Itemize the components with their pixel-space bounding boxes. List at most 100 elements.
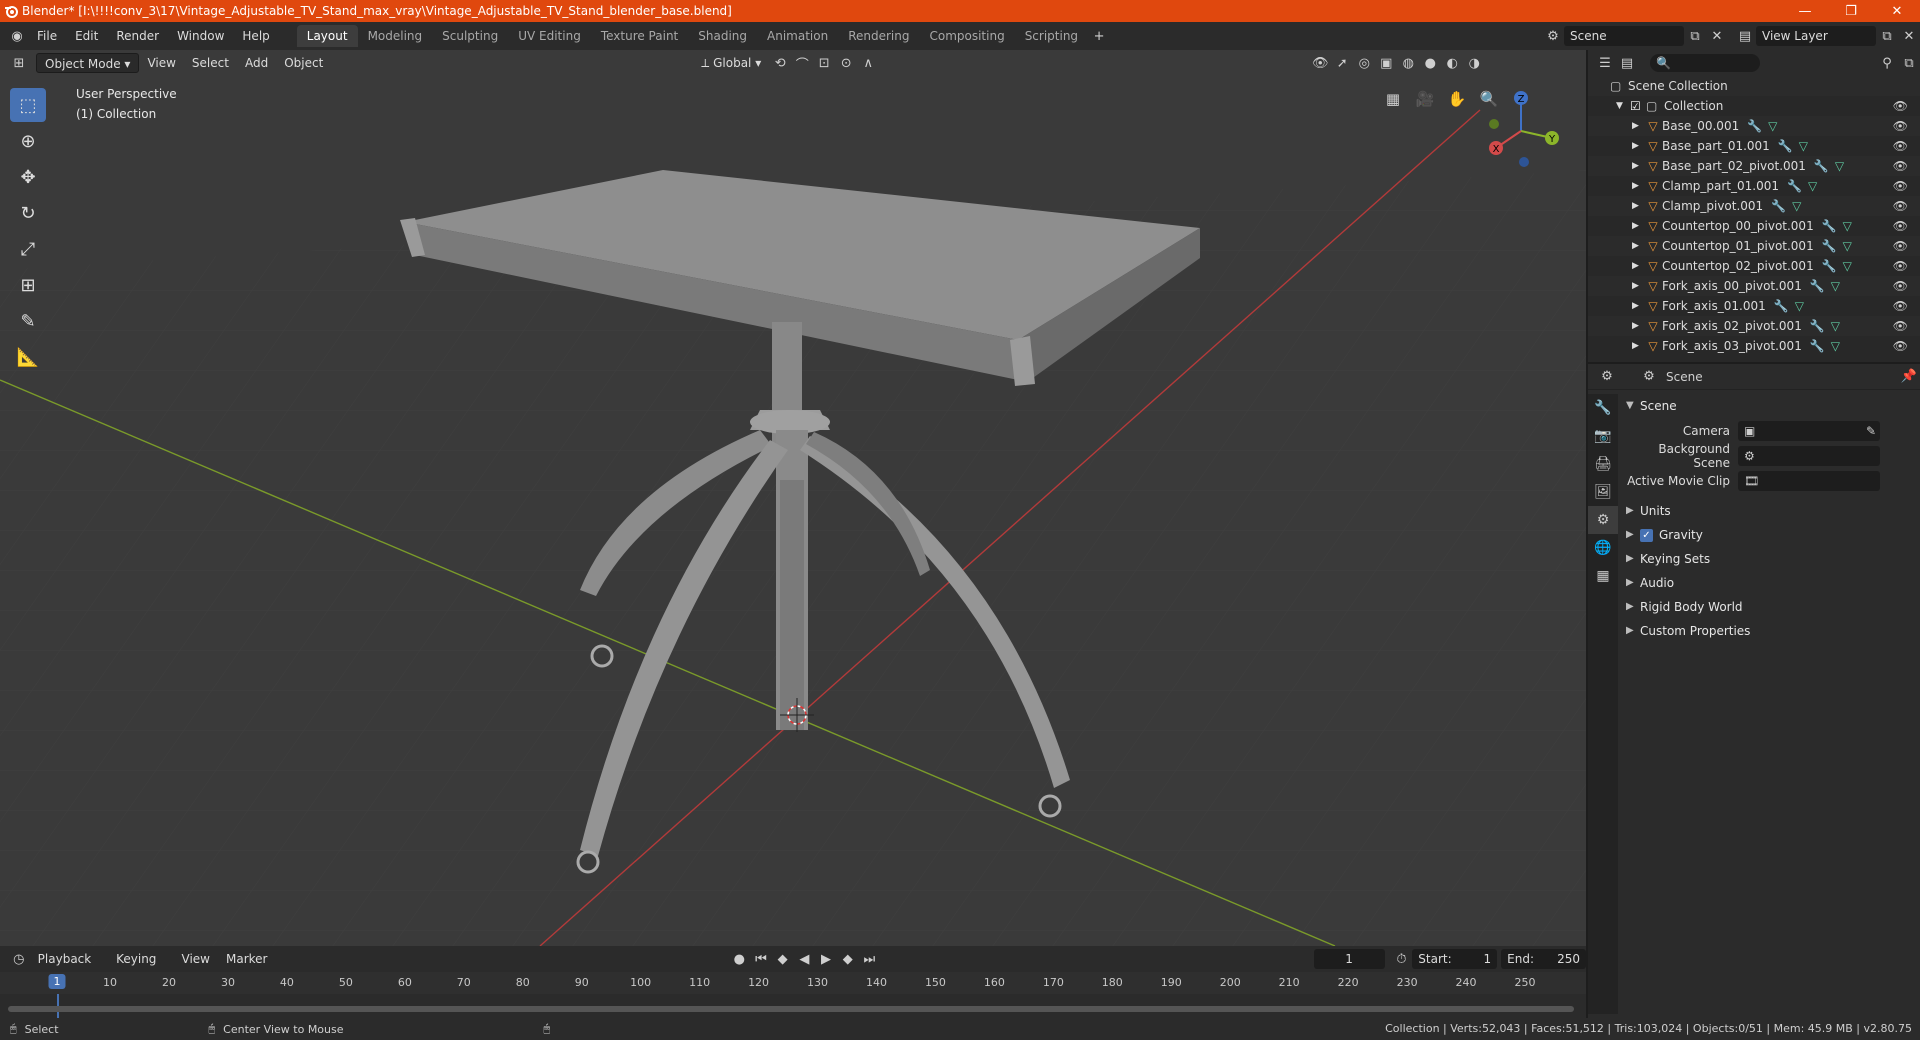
expand-arrow-icon[interactable]: ▶ xyxy=(1632,256,1644,276)
scene-panel-header[interactable]: ▼ Scene xyxy=(1620,394,1920,418)
editor-type-icon[interactable]: ⊞ xyxy=(8,53,30,73)
visibility-icon[interactable]: 👁 xyxy=(1893,276,1908,296)
view-layer-tab-icon[interactable]: 🖼 xyxy=(1588,478,1618,506)
collapse-arrow-icon[interactable]: ▼ xyxy=(1616,96,1630,116)
outliner-object-row[interactable]: ▶ ▽ Countertop_00_pivot.001 🔧 ▽ 👁 xyxy=(1588,216,1920,236)
display-mode-icon[interactable]: ▤ xyxy=(1616,53,1638,73)
outliner-search-input[interactable]: 🔍 xyxy=(1650,54,1760,72)
modifier-icon[interactable]: 🔧 xyxy=(1814,156,1829,176)
annotate-tool-icon[interactable]: ✎ xyxy=(10,304,46,338)
outliner-object-row[interactable]: ▶ ▽ Fork_axis_01.001 🔧 ▽ 👁 xyxy=(1588,296,1920,316)
rigid-body-world-panel-header[interactable]: ▶ Rigid Body World xyxy=(1620,595,1920,619)
menu-edit[interactable]: Edit xyxy=(66,25,107,47)
view-layer-selector-icon[interactable]: ▤ xyxy=(1734,26,1756,46)
outliner-object-row[interactable]: ▶ ▽ Clamp_pivot.001 🔧 ▽ 👁 xyxy=(1588,196,1920,216)
gizmo-neg-y[interactable] xyxy=(1489,119,1499,129)
pivot-point-icon[interactable]: ⟲ xyxy=(769,53,791,73)
background-scene-field[interactable]: ⚙ xyxy=(1738,445,1880,466)
snap-icon[interactable]: ⌒ xyxy=(791,53,813,73)
menu-add[interactable]: Add xyxy=(237,53,276,73)
modifier-icon[interactable]: 🔧 xyxy=(1747,116,1762,136)
outliner-object-row[interactable]: ▶ ▽ Base_00.001 🔧 ▽ 👁 xyxy=(1588,116,1920,136)
measure-tool-icon[interactable]: 📐 xyxy=(10,340,46,374)
properties-editor-type-icon[interactable]: ⚙ xyxy=(1596,367,1618,387)
outliner-object-row[interactable]: ▶ ▽ Fork_axis_02_pivot.001 🔧 ▽ 👁 xyxy=(1588,316,1920,336)
scene-selector-icon[interactable]: ⚙ xyxy=(1542,26,1564,46)
transform-tool-icon[interactable]: ⊞ xyxy=(10,268,46,302)
move-tool-icon[interactable]: ✥ xyxy=(10,160,46,194)
outliner-object-row[interactable]: ▶ ▽ Clamp_part_01.001 🔧 ▽ 👁 xyxy=(1588,176,1920,196)
rendered-shading-icon[interactable]: ◑ xyxy=(1463,53,1485,73)
tab-shading[interactable]: Shading xyxy=(688,25,757,47)
collection-visibility-icon[interactable]: 👁 xyxy=(1893,96,1908,116)
playback-menu[interactable]: Playback ▾ xyxy=(30,949,108,986)
expand-arrow-icon[interactable]: ▶ xyxy=(1632,156,1644,176)
menu-select[interactable]: Select xyxy=(184,53,237,73)
mesh-data-icon[interactable]: ▽ xyxy=(1843,256,1852,276)
visibility-icon[interactable]: 👁 xyxy=(1893,116,1908,136)
visibility-icon[interactable]: 👁 xyxy=(1893,256,1908,276)
tab-layout[interactable]: Layout xyxy=(296,25,358,47)
modifier-icon[interactable]: 🔧 xyxy=(1810,336,1825,356)
scale-tool-icon[interactable]: ⤢ xyxy=(10,232,46,266)
mesh-data-icon[interactable]: ▽ xyxy=(1843,236,1852,256)
expand-arrow-icon[interactable]: ▶ xyxy=(1632,336,1644,356)
falloff-icon[interactable]: ∧ xyxy=(857,53,879,73)
snap-target-icon[interactable]: ⊡ xyxy=(813,53,835,73)
visibility-icon[interactable]: 👁 xyxy=(1893,296,1908,316)
delete-view-layer-icon[interactable]: ✕ xyxy=(1898,26,1920,46)
add-workspace-icon[interactable]: + xyxy=(1088,26,1110,46)
menu-view[interactable]: View xyxy=(139,53,183,73)
timeline-ruler[interactable]: 1 10 20 30 40 50 60 70 80 90 100 110 120 130 140 150 160… xyxy=(0,972,1586,994)
expand-arrow-icon[interactable]: ▶ xyxy=(1632,316,1644,336)
camera-field[interactable]: ▣ ✎ xyxy=(1738,420,1880,441)
visibility-icon[interactable]: 👁 xyxy=(1893,196,1908,216)
blender-menu-icon[interactable]: ◉ xyxy=(6,26,28,46)
expand-arrow-icon[interactable]: ▶ xyxy=(1632,176,1644,196)
modifier-icon[interactable]: 🔧 xyxy=(1787,176,1802,196)
scene-field[interactable]: Scene xyxy=(1564,26,1684,46)
modifier-icon[interactable]: 🔧 xyxy=(1810,316,1825,336)
gravity-panel-header[interactable]: ▶ ✓ Gravity xyxy=(1620,523,1920,547)
overlay-toggle-icon[interactable]: ◎ xyxy=(1353,53,1375,73)
expand-arrow-icon[interactable]: ▶ xyxy=(1632,196,1644,216)
outliner-object-row[interactable]: ▶ ▽ Base_part_01.001 🔧 ▽ 👁 xyxy=(1588,136,1920,156)
mesh-data-icon[interactable]: ▽ xyxy=(1831,276,1840,296)
toggle-grid-icon[interactable]: ▦ xyxy=(1380,86,1406,112)
visibility-icon[interactable]: 👁 xyxy=(1893,156,1908,176)
filter-icon[interactable]: ⚲ xyxy=(1876,53,1898,73)
mesh-data-icon[interactable]: ▽ xyxy=(1799,136,1808,156)
mesh-data-icon[interactable]: ▽ xyxy=(1768,116,1777,136)
visibility-icon[interactable]: 👁 xyxy=(1893,136,1908,156)
visibility-icon[interactable]: 👁 xyxy=(1893,176,1908,196)
collection-row[interactable]: ▼ ☑ ▢ Collection 👁 xyxy=(1588,96,1920,116)
modifier-icon[interactable]: 🔧 xyxy=(1778,136,1793,156)
gizmo-neg-z[interactable] xyxy=(1519,157,1529,167)
xray-icon[interactable]: ▣ xyxy=(1375,53,1397,73)
tab-rendering[interactable]: Rendering xyxy=(838,25,919,47)
expand-arrow-icon[interactable]: ▶ xyxy=(1632,136,1644,156)
custom-properties-panel-header[interactable]: ▶ Custom Properties xyxy=(1620,619,1920,643)
visibility-icon[interactable]: 👁 xyxy=(1893,216,1908,236)
record-icon[interactable]: ● xyxy=(729,949,751,969)
tab-animation[interactable]: Animation xyxy=(757,25,838,47)
output-tab-icon[interactable]: 🖨 xyxy=(1588,450,1618,478)
units-panel-header[interactable]: ▶ Units xyxy=(1620,499,1920,523)
tool-tab-icon[interactable]: 🔧 xyxy=(1588,394,1618,422)
preview-range-icon[interactable]: ⏱ xyxy=(1391,949,1413,969)
scene-tab-icon[interactable]: ⚙ xyxy=(1588,506,1618,534)
outliner-object-row[interactable]: ▶ ▽ Countertop_02_pivot.001 🔧 ▽ 👁 xyxy=(1588,256,1920,276)
visibility-icon[interactable]: 👁 xyxy=(1893,236,1908,256)
timeline-editor-type-icon[interactable]: ◷ xyxy=(8,949,30,969)
proportional-edit-icon[interactable]: ⊙ xyxy=(835,53,857,73)
mesh-data-icon[interactable]: ▽ xyxy=(1808,176,1817,196)
marker-menu[interactable]: Marker xyxy=(218,949,275,969)
new-scene-icon[interactable]: ⧉ xyxy=(1684,26,1706,46)
outliner-object-row[interactable]: ▶ ▽ Countertop_01_pivot.001 🔧 ▽ 👁 xyxy=(1588,236,1920,256)
active-movie-clip-field[interactable]: 🎞 xyxy=(1738,470,1880,491)
outliner-object-row[interactable]: ▶ ▽ Fork_axis_00_pivot.001 🔧 ▽ 👁 xyxy=(1588,276,1920,296)
expand-arrow-icon[interactable]: ▶ xyxy=(1632,236,1644,256)
outliner-editor-type-icon[interactable]: ☰ xyxy=(1594,53,1616,73)
cursor-tool-icon[interactable]: ⊕ xyxy=(10,124,46,158)
expand-arrow-icon[interactable]: ▶ xyxy=(1632,116,1644,136)
